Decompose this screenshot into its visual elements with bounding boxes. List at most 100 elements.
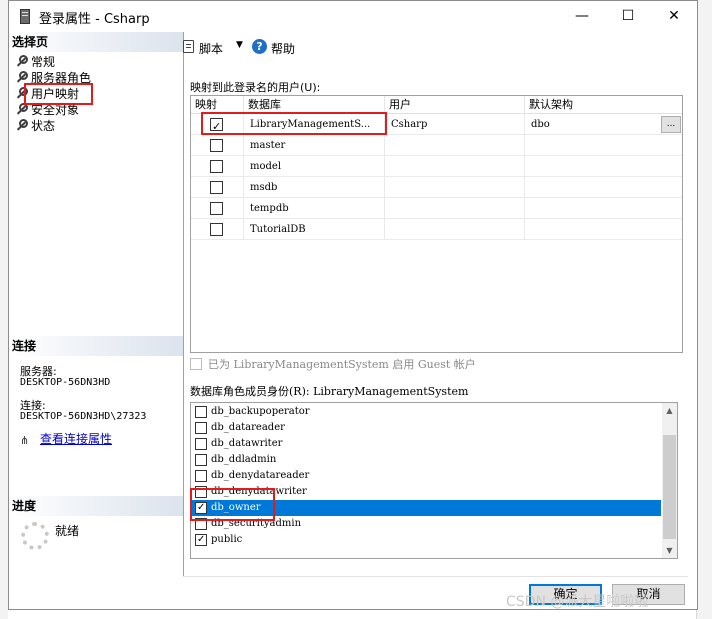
mapped-cell[interactable] bbox=[191, 135, 244, 156]
list-item[interactable]: db_backupoperator bbox=[191, 404, 661, 420]
wrench-icon bbox=[16, 87, 28, 99]
database-cell[interactable]: model bbox=[244, 156, 385, 177]
scroll-up-icon[interactable]: ▲ bbox=[662, 403, 677, 418]
database-cell[interactable]: TutorialDB bbox=[244, 219, 385, 240]
user-cell[interactable] bbox=[385, 198, 525, 219]
sidebar-item-general[interactable]: 常规 bbox=[16, 54, 55, 70]
background-window-left bbox=[0, 0, 8, 619]
role-checkbox[interactable] bbox=[195, 454, 207, 466]
sidebar-item-user-mapping[interactable]: 用户映射 bbox=[16, 86, 79, 102]
mapped-checkbox[interactable] bbox=[210, 223, 223, 236]
list-item[interactable]: public bbox=[191, 532, 661, 548]
sidebar-item-label: 服务器角色 bbox=[31, 71, 92, 85]
col-header-user[interactable]: 用户 bbox=[385, 96, 525, 114]
table-row[interactable]: LibraryManagementS... Csharp dbo ... bbox=[191, 114, 682, 135]
schema-browse-button[interactable]: ... bbox=[661, 116, 681, 133]
list-item[interactable]: db_denydatareader bbox=[191, 468, 661, 484]
maximize-button[interactable]: ☐ bbox=[605, 1, 651, 32]
grid-header: 映射 数据库 用户 默认架构 bbox=[191, 96, 682, 114]
scroll-down-icon[interactable]: ▼ bbox=[662, 543, 677, 558]
mapped-cell[interactable] bbox=[191, 177, 244, 198]
view-connection-properties-link[interactable]: 查看连接属性 bbox=[40, 430, 112, 447]
user-mapping-caption: 映射到此登录名的用户(U): bbox=[190, 81, 321, 94]
connection-value: DESKTOP-56DN3HD\27323 bbox=[20, 411, 147, 422]
role-checkbox[interactable] bbox=[195, 422, 207, 434]
list-item-selected[interactable]: db_owner bbox=[191, 500, 661, 516]
list-item[interactable]: db_denydatawriter bbox=[191, 484, 661, 500]
database-cell[interactable]: tempdb bbox=[244, 198, 385, 219]
role-list-scrollbar[interactable]: ▲ ▼ bbox=[662, 403, 677, 558]
list-item[interactable]: db_datareader bbox=[191, 420, 661, 436]
schema-cell[interactable] bbox=[525, 177, 682, 198]
table-row[interactable]: master bbox=[191, 135, 682, 156]
minimize-button[interactable]: — bbox=[559, 1, 605, 32]
left-panel: 选择页 常规 服务器角色 用户映射 安全对象 状态 连接 服务器: DESKTO… bbox=[9, 32, 184, 577]
mapped-checkbox[interactable] bbox=[210, 139, 223, 152]
help-icon: ? bbox=[252, 39, 267, 54]
close-button[interactable]: ✕ bbox=[651, 1, 697, 32]
table-row[interactable]: msdb bbox=[191, 177, 682, 198]
guest-checkbox bbox=[190, 358, 202, 370]
database-cell[interactable]: LibraryManagementS... bbox=[244, 114, 385, 135]
schema-cell[interactable] bbox=[525, 198, 682, 219]
user-cell[interactable] bbox=[385, 156, 525, 177]
table-row[interactable]: model bbox=[191, 156, 682, 177]
mapped-cell[interactable] bbox=[191, 114, 244, 135]
mapped-checkbox[interactable] bbox=[210, 160, 223, 173]
schema-cell[interactable] bbox=[525, 135, 682, 156]
mapped-checkbox[interactable] bbox=[210, 181, 223, 194]
script-button[interactable]: 脚本 bbox=[199, 40, 223, 57]
col-header-default-schema[interactable]: 默认架构 bbox=[525, 96, 682, 114]
col-header-database[interactable]: 数据库 bbox=[244, 96, 385, 114]
help-button[interactable]: 帮助 bbox=[271, 40, 295, 57]
role-label: db_denydatareader bbox=[211, 470, 310, 481]
role-membership-list: db_backupoperator db_datareader db_dataw… bbox=[190, 402, 678, 559]
connection-properties-icon: ⋔ bbox=[20, 434, 30, 447]
table-row[interactable]: tempdb bbox=[191, 198, 682, 219]
list-item[interactable]: db_datawriter bbox=[191, 436, 661, 452]
guest-account-option: 已为 LibraryManagementSystem 启用 Guest 帐户 bbox=[190, 356, 476, 372]
wrench-icon bbox=[16, 55, 28, 67]
mapped-cell[interactable] bbox=[191, 219, 244, 240]
list-item[interactable]: db_ddladmin bbox=[191, 452, 661, 468]
mapped-cell[interactable] bbox=[191, 156, 244, 177]
database-cell[interactable]: master bbox=[244, 135, 385, 156]
role-checkbox[interactable] bbox=[195, 500, 207, 516]
mapped-checkbox[interactable] bbox=[210, 202, 223, 215]
user-cell[interactable] bbox=[385, 219, 525, 240]
role-checkbox[interactable] bbox=[195, 518, 207, 530]
progress-status: 就绪 bbox=[55, 524, 80, 538]
scroll-thumb[interactable] bbox=[663, 435, 676, 539]
col-header-mapped[interactable]: 映射 bbox=[191, 96, 244, 114]
role-label: db_securityadmin bbox=[211, 518, 302, 529]
title-bar[interactable]: 登录属性 - Csharp — ☐ ✕ bbox=[9, 1, 697, 32]
role-label: public bbox=[211, 534, 243, 545]
user-cell[interactable] bbox=[385, 135, 525, 156]
mapped-cell[interactable] bbox=[191, 198, 244, 219]
schema-cell[interactable]: dbo bbox=[525, 114, 661, 135]
sidebar-item-server-roles[interactable]: 服务器角色 bbox=[16, 70, 91, 86]
role-checkbox[interactable] bbox=[195, 532, 207, 548]
divider bbox=[183, 576, 688, 577]
sidebar-item-securables[interactable]: 安全对象 bbox=[16, 102, 79, 118]
table-row[interactable]: TutorialDB bbox=[191, 219, 682, 240]
database-cell[interactable]: msdb bbox=[244, 177, 385, 198]
list-item[interactable]: db_securityadmin bbox=[191, 516, 661, 532]
role-label: db_datareader bbox=[211, 422, 285, 433]
user-cell[interactable] bbox=[385, 177, 525, 198]
role-checkbox[interactable] bbox=[195, 438, 207, 450]
schema-cell[interactable] bbox=[525, 219, 682, 240]
script-dropdown-icon[interactable]: ▼ bbox=[236, 40, 243, 50]
role-checkbox[interactable] bbox=[195, 406, 207, 418]
role-checkbox[interactable] bbox=[195, 486, 207, 498]
mapped-checkbox[interactable] bbox=[210, 116, 223, 135]
role-checkbox[interactable] bbox=[195, 470, 207, 482]
schema-cell[interactable] bbox=[525, 156, 682, 177]
role-label: db_denydatawriter bbox=[211, 486, 307, 497]
script-icon bbox=[183, 40, 194, 53]
sidebar-item-label: 状态 bbox=[31, 119, 56, 133]
sidebar-item-label: 用户映射 bbox=[31, 87, 80, 101]
sidebar-item-status[interactable]: 状态 bbox=[16, 118, 55, 134]
user-cell[interactable]: Csharp bbox=[385, 114, 525, 135]
wrench-icon bbox=[16, 119, 28, 131]
